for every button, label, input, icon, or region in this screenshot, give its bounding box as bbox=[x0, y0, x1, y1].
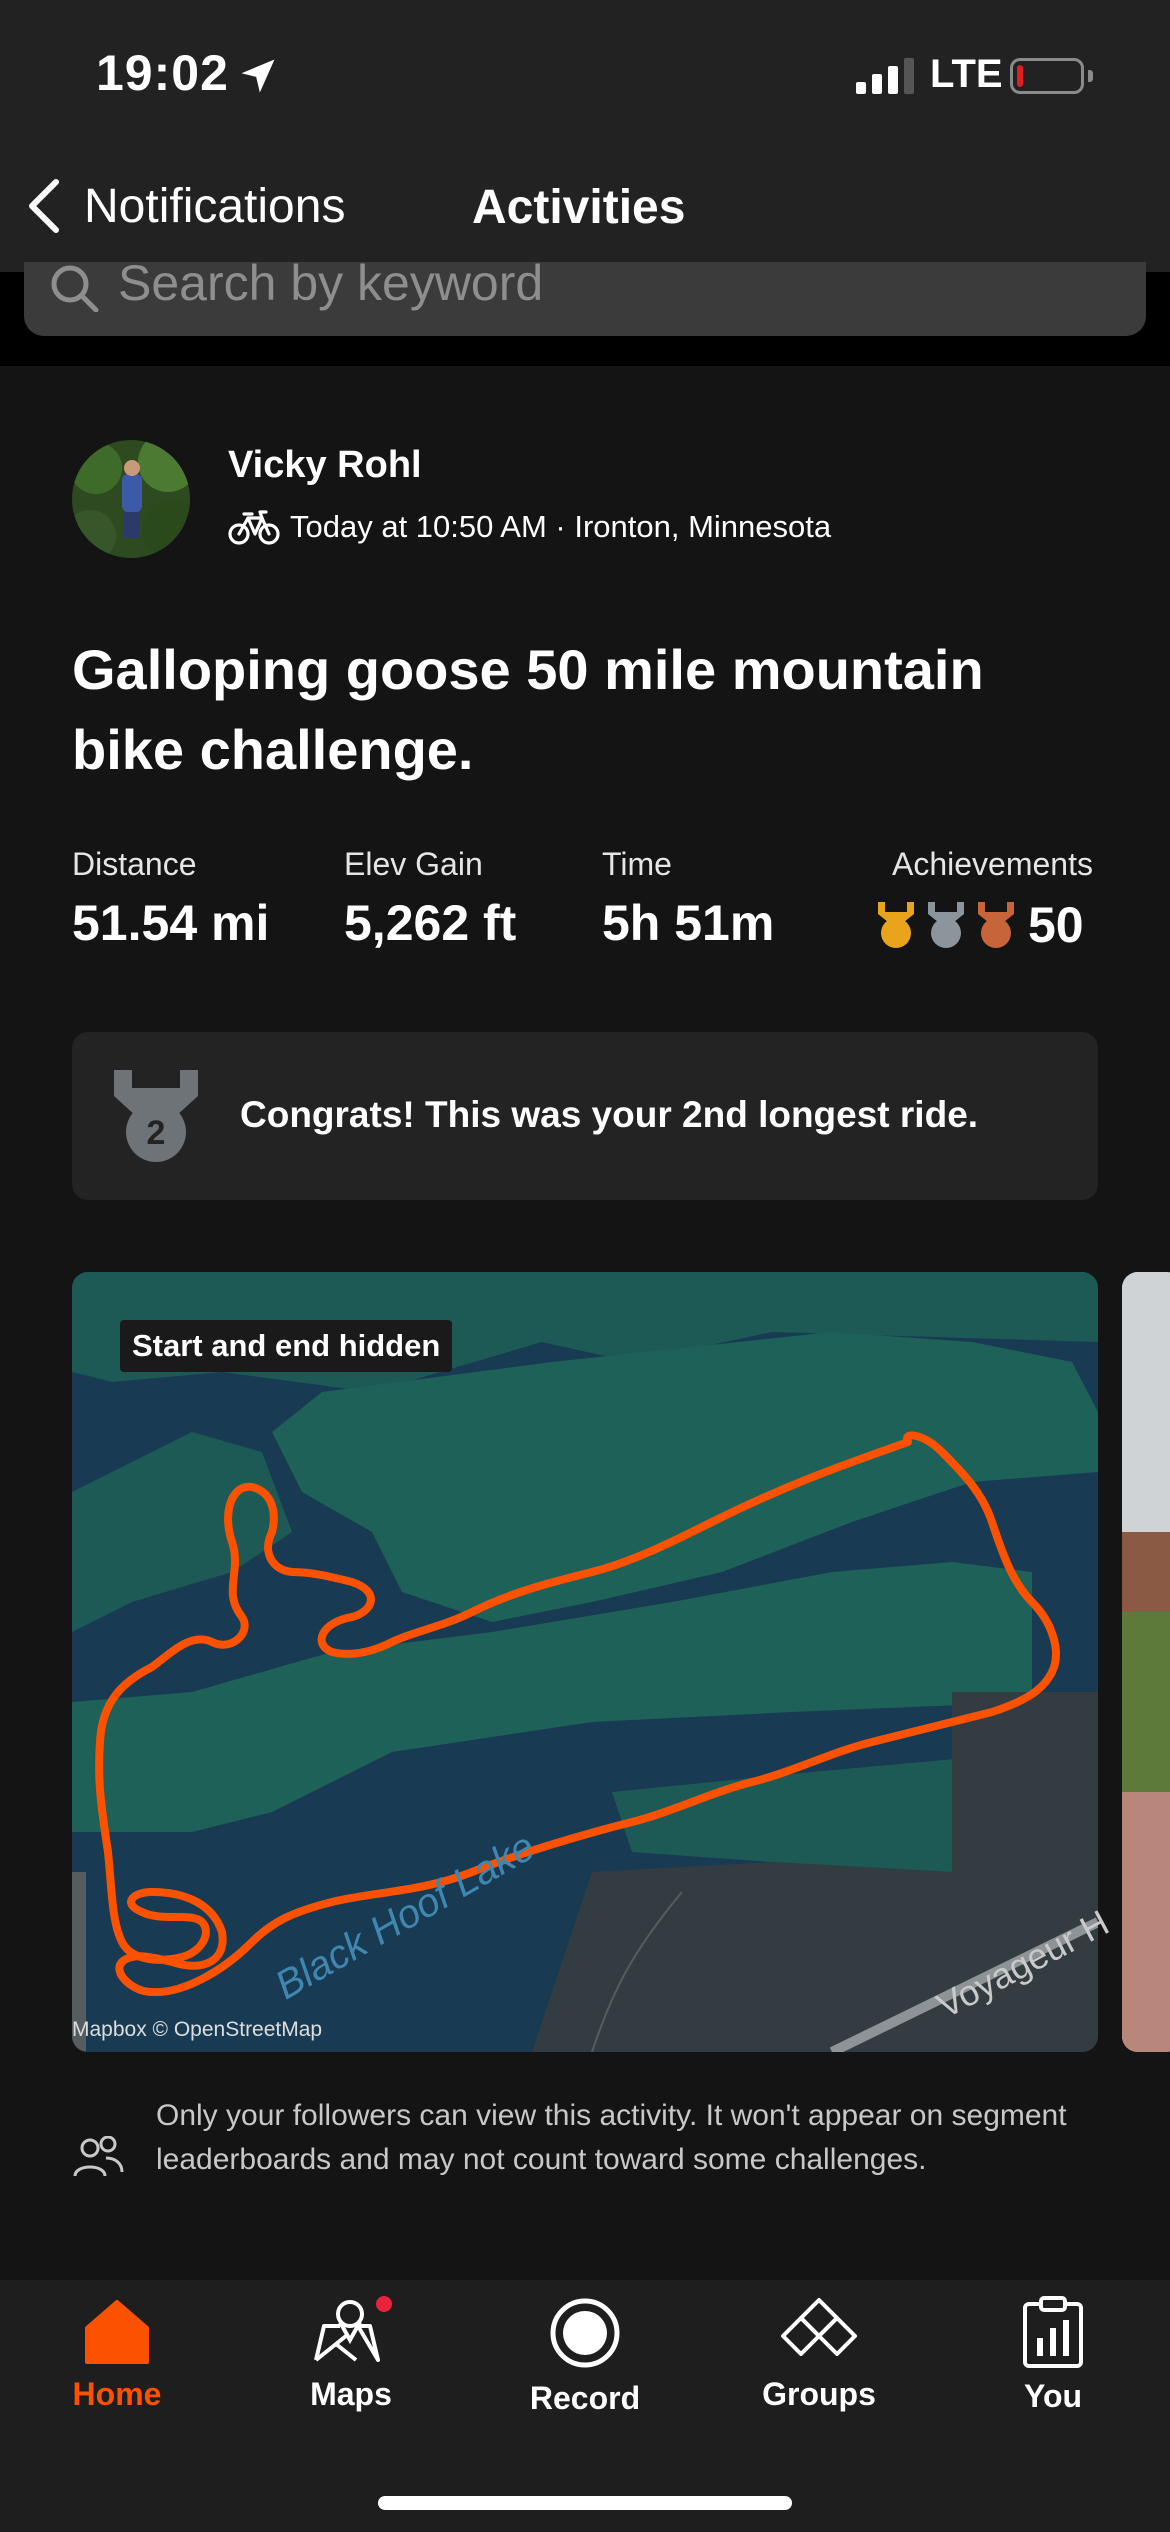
stat-distance-value: 51.54 mi bbox=[72, 895, 270, 951]
tab-maps-label: Maps bbox=[310, 2376, 392, 2412]
map-credit[interactable]: Mapbox © OpenStreetMap bbox=[72, 2018, 322, 2042]
battery-cap bbox=[1088, 70, 1093, 82]
battery-icon bbox=[1010, 58, 1084, 94]
search-placeholder: Search by keyword bbox=[118, 255, 544, 311]
page-title: Activities bbox=[472, 181, 686, 234]
gold-medal-icon bbox=[878, 902, 914, 948]
congrats-text: Congrats! This was your 2nd longest ride… bbox=[240, 1094, 979, 1135]
bike-icon bbox=[228, 510, 280, 545]
search-icon bbox=[51, 265, 99, 312]
user-name[interactable]: Vicky Rohl bbox=[228, 444, 422, 487]
stat-achievements-value: 50 bbox=[1028, 897, 1084, 953]
avatar[interactable] bbox=[72, 440, 190, 558]
medal-number: 2 bbox=[147, 1114, 166, 1152]
stat-achievements-label: Achievements bbox=[892, 846, 1093, 882]
activity-title[interactable]: Galloping goose 50 mile mountain bike ch… bbox=[72, 630, 1092, 790]
stat-time-value: 5h 51m bbox=[602, 895, 775, 951]
activity-meta: Today at 10:50 AM · Ironton, Minnesota bbox=[228, 508, 831, 546]
privacy-notice: Only your followers can view this activi… bbox=[156, 2099, 1067, 2176]
photo-canvas bbox=[1122, 1272, 1170, 2052]
stat-distance-label: Distance bbox=[72, 846, 197, 882]
map-hidden-badge: Start and end hidden bbox=[120, 1320, 453, 1372]
location-arrow-icon bbox=[241, 59, 275, 93]
bronze-medal-icon bbox=[978, 902, 1014, 948]
stat-elev-label: Elev Gain bbox=[344, 846, 483, 882]
followers-icon bbox=[73, 2136, 124, 2177]
achievements-medals[interactable]: 50 bbox=[874, 900, 1084, 950]
map-icon bbox=[314, 2296, 392, 2362]
chevron-left-icon bbox=[29, 179, 59, 233]
tab-record[interactable]: Record bbox=[468, 2296, 702, 2417]
tab-home[interactable]: Home bbox=[0, 2296, 234, 2413]
avatar-photo bbox=[72, 440, 190, 558]
home-indicator bbox=[378, 2496, 792, 2510]
tab-maps[interactable]: Maps bbox=[234, 2296, 468, 2413]
status-time: 19:02 bbox=[96, 45, 229, 101]
tab-you[interactable]: You bbox=[936, 2296, 1170, 2415]
home-icon bbox=[85, 2300, 149, 2364]
record-icon bbox=[550, 2298, 620, 2368]
groups-icon bbox=[781, 2298, 857, 2356]
route-line bbox=[95, 1431, 1060, 1997]
stat-time-label: Time bbox=[602, 846, 672, 882]
clipboard-icon bbox=[1023, 2296, 1083, 2368]
tab-groups[interactable]: Groups bbox=[702, 2296, 936, 2413]
stat-elev-value: 5,262 ft bbox=[344, 895, 517, 951]
back-button[interactable]: Notifications bbox=[24, 176, 345, 236]
tab-record-label: Record bbox=[529, 2380, 641, 2416]
tab-groups-label: Groups bbox=[762, 2376, 876, 2412]
route-map[interactable] bbox=[72, 1272, 1098, 2052]
map-badge-dot bbox=[376, 2296, 392, 2312]
back-label: Notifications bbox=[84, 179, 346, 233]
activity-photo-peek[interactable] bbox=[1122, 1272, 1170, 2052]
signal-icon bbox=[856, 58, 914, 94]
tab-you-label: You bbox=[1023, 2378, 1083, 2414]
silver-medal-icon bbox=[928, 902, 964, 948]
network-label: LTE bbox=[930, 52, 1003, 96]
medal-2-icon: 2 bbox=[114, 1070, 198, 1162]
activity-meta-text: Today at 10:50 AM · Ironton, Minnesota bbox=[290, 509, 832, 544]
tab-home-label: Home bbox=[72, 2376, 162, 2412]
